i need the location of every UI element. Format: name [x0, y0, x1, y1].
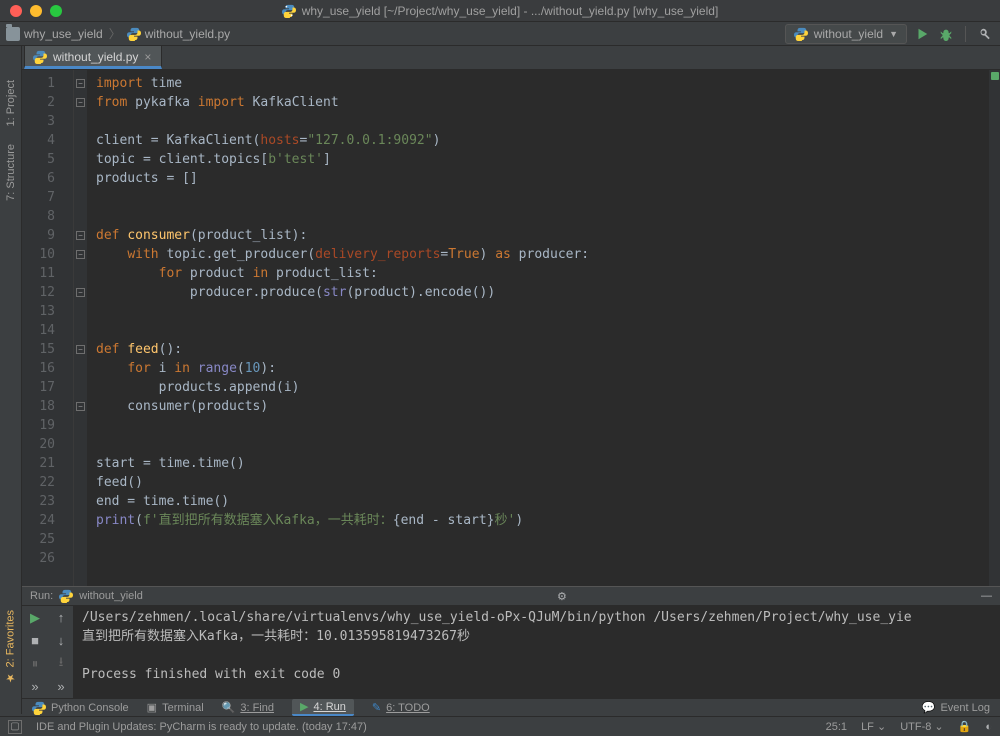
pause-icon[interactable]: ⏸ — [22, 652, 48, 675]
window-controls — [10, 5, 62, 17]
run-label: Run: — [30, 590, 53, 602]
gutter[interactable]: 1234567891011121314151617181920212223242… — [22, 70, 74, 586]
minimize-window-button[interactable] — [30, 5, 42, 17]
folder-icon — [6, 27, 20, 41]
titlebar: why_use_yield [~/Project/why_use_yield] … — [0, 0, 1000, 22]
maximize-window-button[interactable] — [50, 5, 62, 17]
python-file-icon — [33, 50, 47, 64]
breadcrumb-file-crumb[interactable]: without_yield.py — [127, 27, 230, 41]
code-area[interactable]: import time from pykafka import KafkaCli… — [88, 70, 1000, 586]
inspector-icon[interactable]: ◐ — [985, 721, 992, 733]
run-config-name: without_yield — [814, 27, 883, 41]
line-separator[interactable]: LF ⌄ — [861, 720, 886, 733]
file-encoding[interactable]: UTF-8 ⌄ — [900, 720, 943, 733]
stop-icon[interactable]: ■ — [22, 629, 48, 652]
close-window-button[interactable] — [10, 5, 22, 17]
tab-label: without_yield.py — [53, 50, 138, 64]
editor[interactable]: 1234567891011121314151617181920212223242… — [22, 70, 1000, 586]
run-tool-window: Run: without_yield ⚙ — ▶ ↑ ■ ↓ ⏸ ⭳ » » /… — [22, 586, 1000, 698]
more2-icon[interactable]: » — [48, 675, 74, 698]
tool-favorites[interactable]: ★ 2: Favorites — [4, 610, 17, 684]
python-file-icon — [794, 27, 808, 41]
export-icon[interactable]: ⭳ — [48, 652, 74, 675]
terminal-icon: ▣ — [147, 701, 157, 714]
tool-project[interactable]: 1: Project — [5, 80, 17, 126]
close-tab-icon[interactable]: × — [144, 50, 151, 64]
python-file-icon — [59, 589, 73, 603]
toolbar-divider — [965, 26, 966, 42]
gear-icon[interactable]: ⚙ — [557, 590, 567, 603]
tab-without-yield[interactable]: without_yield.py × — [24, 45, 162, 69]
tab-run[interactable]: ▶ 4: Run — [292, 699, 354, 716]
tab-todo[interactable]: ✎ 6: TODO — [372, 701, 430, 714]
tab-event-log[interactable]: 💬 Event Log — [922, 701, 990, 714]
breadcrumb-separator: 〉 — [109, 25, 121, 42]
navigation-bar: why_use_yield 〉 without_yield.py without… — [0, 22, 1000, 46]
breadcrumb-file: without_yield.py — [145, 27, 230, 41]
down-icon[interactable]: ↓ — [48, 629, 74, 652]
up-icon[interactable]: ↑ — [48, 606, 74, 629]
debug-button[interactable] — [937, 25, 955, 43]
error-stripe[interactable] — [988, 70, 1000, 586]
breadcrumb[interactable]: why_use_yield — [6, 27, 103, 41]
run-console[interactable]: /Users/zehmen/.local/share/virtualenvs/w… — [74, 606, 1000, 698]
tab-python-console[interactable]: Python Console — [32, 701, 129, 715]
window-title: why_use_yield [~/Project/why_use_yield] … — [0, 4, 1000, 18]
left-tool-strip: 1: Project 7: Structure ★ 2: Favorites — [0, 46, 22, 714]
rerun-icon[interactable]: ▶ — [22, 606, 48, 629]
more-icon[interactable]: » — [22, 675, 48, 698]
tool-structure[interactable]: 7: Structure — [5, 144, 17, 201]
lock-icon[interactable]: 🔒 — [958, 720, 972, 733]
todo-icon: ✎ — [372, 701, 381, 714]
tab-terminal[interactable]: ▣ Terminal — [147, 701, 204, 714]
search-icon: 🔍 — [222, 701, 236, 714]
run-header: Run: without_yield ⚙ — — [22, 587, 1000, 606]
run-button[interactable] — [913, 25, 931, 43]
analysis-ok-icon — [991, 72, 999, 80]
tab-find[interactable]: 🔍 3: Find — [222, 701, 274, 714]
run-config-name: without_yield — [79, 590, 143, 602]
run-toolbar: ▶ ↑ ■ ↓ ⏸ ⭳ » » — [22, 606, 74, 698]
breadcrumb-project: why_use_yield — [24, 27, 103, 41]
status-bar: ▢ IDE and Plugin Updates: PyCharm is rea… — [0, 716, 1000, 736]
python-file-icon — [282, 4, 296, 18]
chevron-down-icon: ▼ — [889, 29, 898, 39]
run-icon: ▶ — [300, 700, 308, 713]
caret-position[interactable]: 25:1 — [826, 721, 847, 733]
fold-column[interactable]: −−−−−−− — [74, 70, 88, 586]
chat-icon: 💬 — [922, 701, 936, 714]
run-config-selector[interactable]: without_yield ▼ — [785, 24, 907, 44]
search-button[interactable] — [976, 25, 994, 43]
bottom-tool-tabs: Python Console ▣ Terminal 🔍 3: Find ▶ 4:… — [22, 698, 1000, 716]
python-icon — [32, 701, 46, 715]
editor-tabs: without_yield.py × — [0, 46, 1000, 70]
tool-window-quick-access[interactable]: ▢ — [8, 720, 22, 734]
status-message: IDE and Plugin Updates: PyCharm is ready… — [36, 721, 367, 733]
hide-icon[interactable]: — — [981, 590, 992, 602]
python-file-icon — [127, 27, 141, 41]
